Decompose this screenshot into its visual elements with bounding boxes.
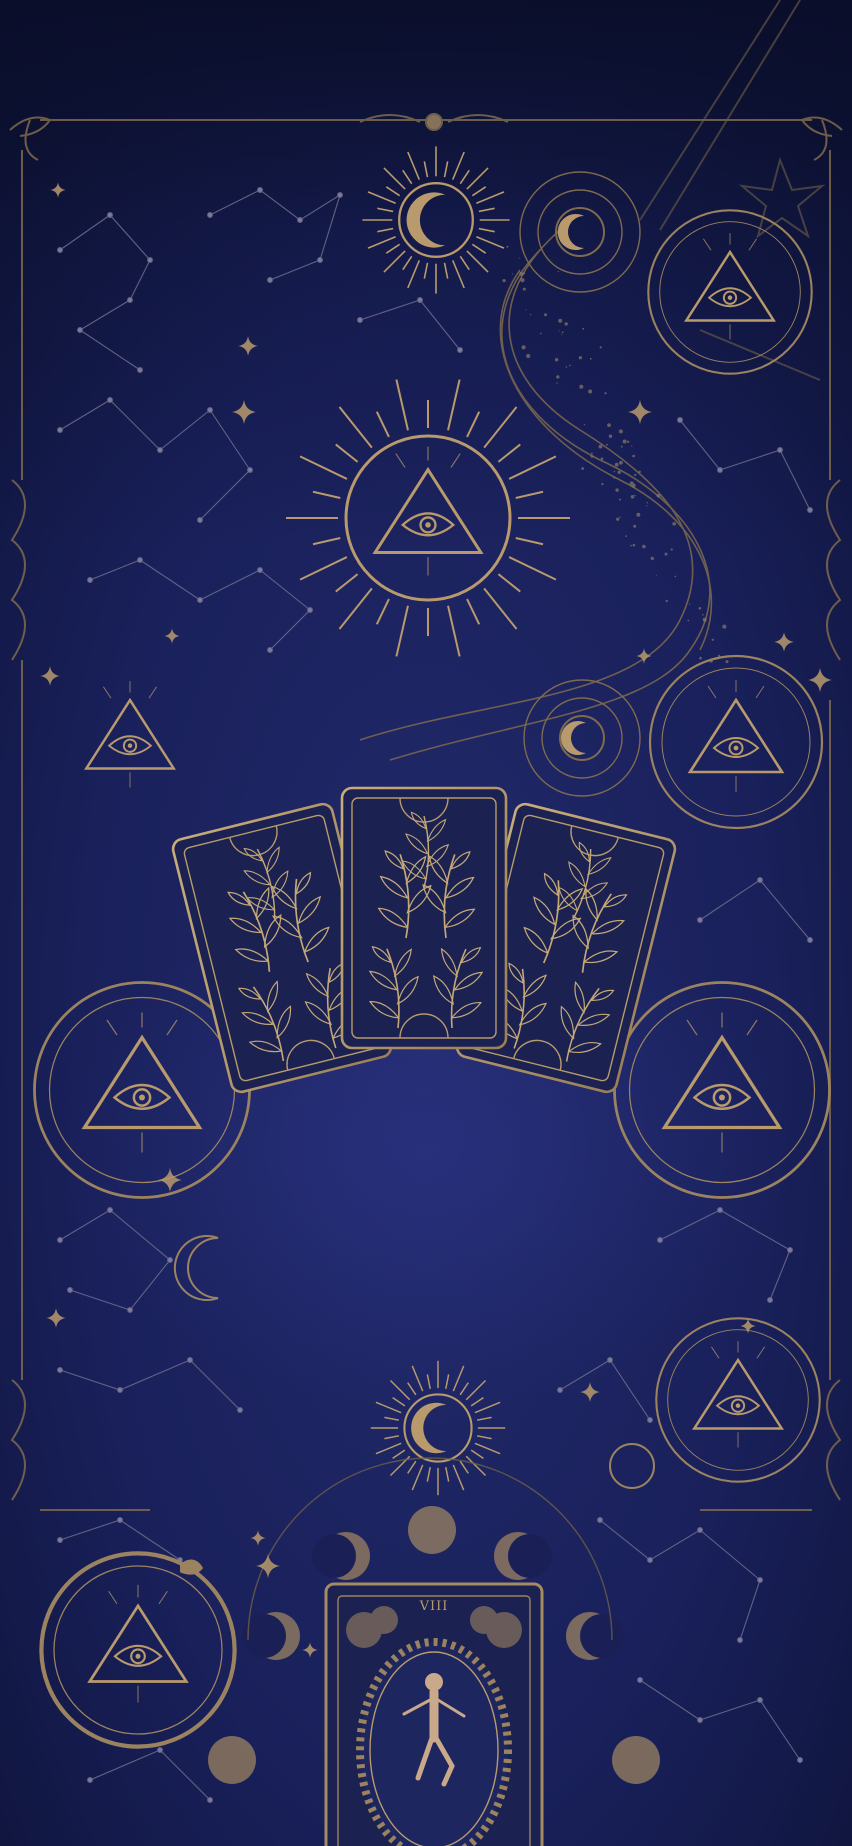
tarot-card-spread [171, 788, 677, 1094]
tarot-celestial-artwork: VIII [0, 0, 852, 1846]
tarot-card-strength: VIII [324, 1582, 544, 1846]
tarot-card-back-icon [342, 788, 506, 1048]
card-numeral: VIII [419, 1599, 449, 1614]
wallpaper: VIII [0, 0, 852, 1846]
